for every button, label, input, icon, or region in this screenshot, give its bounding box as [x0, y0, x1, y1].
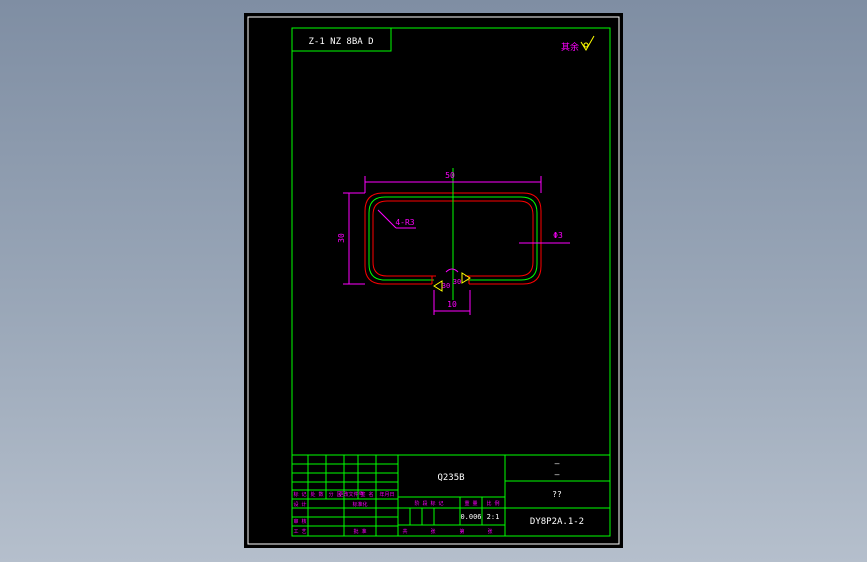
part-name-mid: — — [555, 470, 560, 479]
dim-height: 30 — [337, 233, 346, 243]
stage-label: 比 例 — [486, 500, 499, 507]
stage-label: 阶 段 标 记 — [414, 500, 443, 507]
roughness-label: 其余 — [561, 41, 579, 53]
stage-label: 重 量 — [464, 500, 477, 507]
material-text: Q235B — [437, 473, 464, 483]
dim-wire-dia: Φ3 — [553, 231, 563, 240]
title-tab-text: Z-1 NZ 8BA D — [308, 37, 373, 47]
left-label: 设 计 — [293, 501, 306, 508]
row-label: 处 数 — [310, 491, 323, 498]
dim-angle-right: 30 — [453, 278, 461, 286]
dim-width: 50 — [445, 171, 455, 180]
footer-label: 第 — [459, 528, 464, 535]
std-label: 标准化 — [352, 501, 367, 508]
cad-viewport[interactable]: Z-1 NZ 8BA D 其余 50 30 4-R3 Φ3 10 30 30 Q… — [0, 0, 867, 562]
dim-corner-radius: 4-R3 — [395, 218, 414, 227]
drawing-number: DY8P2A.1-2 — [530, 517, 584, 527]
footer-label: 张 — [487, 528, 492, 535]
scale-value: 2:1 — [487, 513, 500, 521]
row-label: 年月日 — [379, 491, 394, 498]
left-label: 审 核 — [293, 518, 306, 525]
dim-gap: 10 — [447, 300, 457, 309]
row-label: 标 记 — [293, 491, 306, 498]
row-label: 签 名 — [360, 491, 373, 498]
footer-label: 共 — [402, 528, 407, 535]
dim-angle-left: 30 — [442, 282, 450, 290]
approve-label: 批 准 — [353, 528, 366, 535]
part-name-top: — — [555, 459, 560, 468]
company-text: ?? — [552, 490, 562, 499]
footer-label: 张 — [430, 528, 435, 535]
weight-value: 0.006 — [460, 513, 481, 521]
left-label: 工 艺 — [293, 529, 306, 535]
